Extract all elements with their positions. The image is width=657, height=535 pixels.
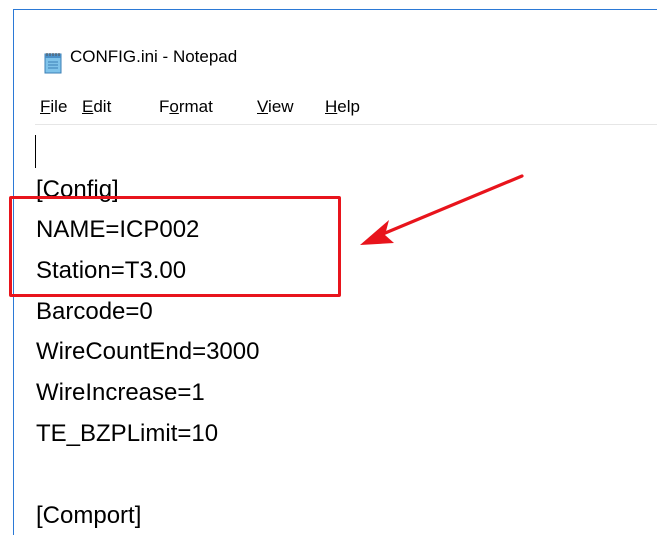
menu-edit-rest: dit (93, 97, 112, 116)
menu-bar: File Edit Format View Help (14, 93, 657, 123)
menu-format-accel: o (169, 97, 179, 116)
highlight-box (9, 196, 341, 297)
menu-edit-accel: E (82, 97, 94, 116)
menu-view-rest: iew (268, 97, 294, 116)
menu-format[interactable]: Format (159, 97, 213, 117)
text-caret (35, 135, 36, 168)
editor-line: [Comport] (36, 502, 142, 529)
menu-help-accel: H (325, 97, 338, 116)
window-title: CONFIG.ini - Notepad (70, 47, 238, 66)
menu-file-rest: ile (50, 97, 68, 116)
menu-view-accel: V (257, 97, 269, 116)
menu-help-rest: elp (337, 97, 360, 116)
editor-line: WireIncrease=1 (36, 379, 205, 406)
menu-view[interactable]: View (257, 97, 294, 117)
notepad-icon (44, 53, 62, 74)
menu-format-prefix: F (159, 97, 170, 116)
menu-format-rest: rmat (178, 97, 213, 116)
menu-file-accel: F (40, 97, 51, 116)
menu-file[interactable]: File (40, 97, 67, 117)
editor-line: Barcode=0 (36, 298, 153, 325)
editor-line: WireCountEnd=3000 (36, 338, 260, 365)
menu-edit[interactable]: Edit (82, 97, 111, 117)
title-bar[interactable]: CONFIG.ini - Notepad (14, 10, 657, 80)
menu-help[interactable]: Help (325, 97, 360, 117)
text-editor[interactable]: [Config] NAME=ICP002 Station=T3.00 Barco… (35, 124, 657, 535)
editor-line: TE_BZPLimit=10 (36, 420, 219, 447)
